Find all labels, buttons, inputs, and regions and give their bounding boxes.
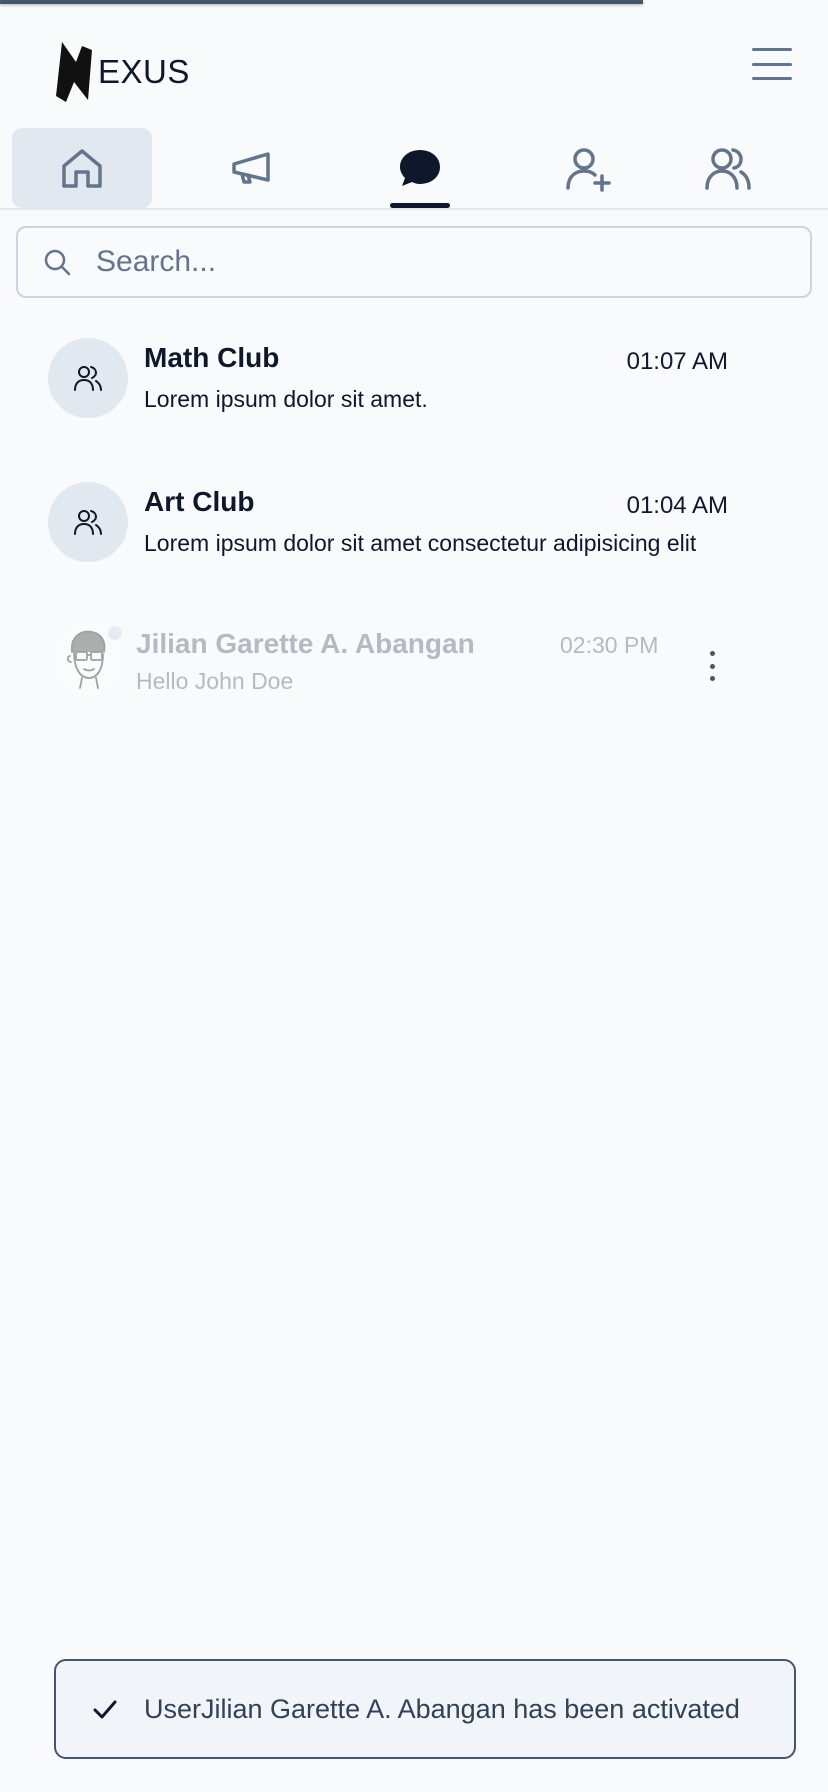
user-plus-icon xyxy=(566,148,611,192)
users-icon xyxy=(74,510,102,535)
group-name: Math Club xyxy=(144,342,280,373)
hamburger-menu-icon[interactable] xyxy=(752,48,792,80)
logo-bolt-icon xyxy=(56,42,92,102)
megaphone-icon xyxy=(232,152,270,184)
tab-announcements[interactable] xyxy=(182,128,322,208)
last-message: Lorem ipsum dolor sit amet. xyxy=(144,386,428,412)
message-time: 01:07 AM xyxy=(626,348,728,375)
users-icon xyxy=(74,366,102,391)
tab-chats[interactable] xyxy=(350,128,490,208)
tab-add-friend[interactable] xyxy=(518,128,658,208)
group-chat-item[interactable]: Math Club 01:07 AM Lorem ipsum dolor sit… xyxy=(48,338,728,422)
logo-text: EXUS xyxy=(98,53,190,90)
last-message: Lorem ipsum dolor sit amet consectetur a… xyxy=(144,530,697,556)
home-icon xyxy=(62,149,102,188)
tab-friends[interactable] xyxy=(658,128,798,208)
search-input[interactable] xyxy=(96,245,776,279)
users-icon xyxy=(705,148,751,190)
group-avatar xyxy=(48,482,128,562)
group-name: Art Club xyxy=(144,486,255,517)
search-bar xyxy=(16,226,812,298)
checkmark-icon xyxy=(93,1700,117,1719)
tab-home[interactable] xyxy=(12,128,152,208)
contact-name: Jilian Garette A. Abangan xyxy=(136,628,475,659)
toast-message: UserJilian Garette A. Abangan has been a… xyxy=(144,1693,740,1724)
message-time: 02:30 PM xyxy=(560,632,659,658)
main-tabs xyxy=(0,124,828,210)
group-avatar xyxy=(48,338,128,418)
message-time: 01:04 AM xyxy=(626,492,728,519)
direct-chat-item[interactable]: Jilian Garette A. Abangan 02:30 PM Hello… xyxy=(52,618,732,702)
chat-bubble-icon xyxy=(400,150,440,186)
group-chat-item[interactable]: Art Club 01:04 AM Lorem ipsum dolor sit … xyxy=(48,482,728,566)
last-message: Hello John Doe xyxy=(136,668,294,694)
more-options-icon[interactable] xyxy=(700,651,724,681)
app-logo[interactable]: EXUS xyxy=(54,40,190,104)
search-icon xyxy=(44,249,71,276)
active-tab-indicator xyxy=(390,203,450,208)
status-indicator xyxy=(106,624,124,642)
app-header: EXUS xyxy=(0,4,828,124)
toast-notification: UserJilian Garette A. Abangan has been a… xyxy=(54,1659,796,1759)
